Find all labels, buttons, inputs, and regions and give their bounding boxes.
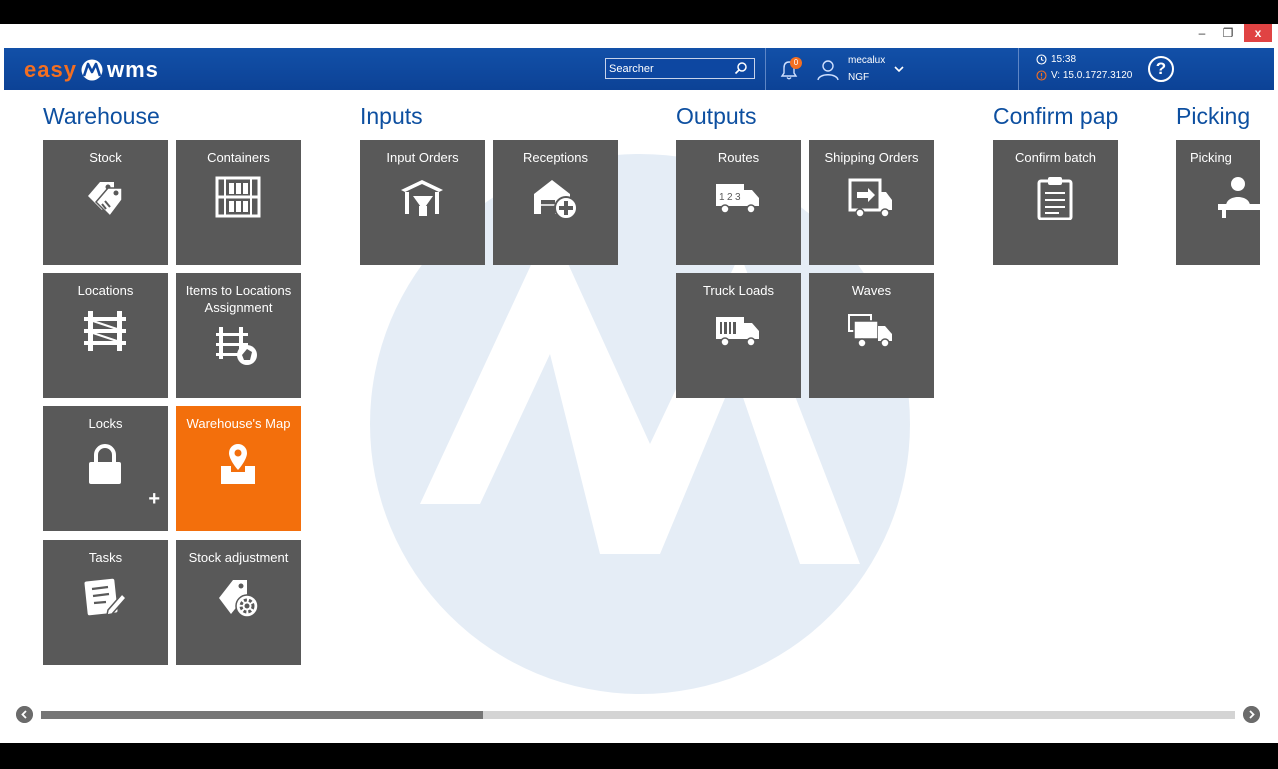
task-list-icon xyxy=(84,578,128,616)
top-bar: easy wms 0 mecalux xyxy=(4,48,1274,90)
warehouse-inbound-icon xyxy=(401,180,443,216)
separator xyxy=(1018,48,1019,90)
group-title-confirm-pap: Confirm pap xyxy=(993,103,1119,129)
truck-route-icon: 1 2 3 xyxy=(716,184,759,214)
containers-icon xyxy=(215,176,261,218)
clock-time: 15:38 xyxy=(1051,54,1077,65)
version-text: V: 15.0.1727.3120 xyxy=(1051,70,1133,81)
logo-easy-text: easy xyxy=(24,57,77,82)
logo[interactable]: easy wms xyxy=(24,57,159,83)
tile-dashboard: Warehouse Inputs Outputs Confirm pap Pic… xyxy=(0,90,1278,710)
notification-badge: 0 xyxy=(790,57,802,69)
tile-label: Tasks xyxy=(88,550,123,565)
search-icon[interactable] xyxy=(734,61,748,75)
tile-label: Warehouse's Map xyxy=(186,416,291,431)
search-box xyxy=(605,58,755,79)
tile-input-orders[interactable]: Input Orders xyxy=(360,140,485,265)
tile-label: Containers xyxy=(207,150,270,165)
tile-warehouse-map[interactable]: Warehouse's Map xyxy=(176,406,301,531)
tile-shipping-orders[interactable]: Shipping Orders xyxy=(809,140,934,265)
scroll-right-icon[interactable] xyxy=(1243,706,1260,723)
scroll-track[interactable] xyxy=(41,711,1235,719)
truck-fleet-icon xyxy=(848,314,892,348)
search-input[interactable] xyxy=(606,59,728,79)
tile-label: Truck Loads xyxy=(702,283,775,298)
tag-gear-icon xyxy=(219,580,259,618)
maximize-button[interactable]: ❐ xyxy=(1214,24,1242,42)
rack-icon xyxy=(84,311,126,351)
tile-locations[interactable]: Locations xyxy=(43,273,168,398)
map-pin-icon xyxy=(221,444,255,484)
tile-receptions[interactable]: Receptions xyxy=(493,140,618,265)
logo-mark-icon xyxy=(79,59,105,81)
tile-stock[interactable]: Stock xyxy=(43,140,168,265)
scroll-left-icon[interactable] xyxy=(16,706,33,723)
tile-label: Locations xyxy=(77,283,134,298)
tile-containers[interactable]: Containers xyxy=(176,140,301,265)
chevron-down-icon[interactable] xyxy=(892,62,906,76)
group-title-picking: Picking xyxy=(1176,103,1251,129)
tile-picking[interactable]: Picking xyxy=(1176,140,1260,265)
tile-label: Picking xyxy=(1190,150,1232,165)
user-icon[interactable] xyxy=(816,58,840,82)
svg-text:1: 1 xyxy=(719,192,725,203)
tile-label: Locks xyxy=(88,416,123,431)
tile-confirm-batch[interactable]: Confirm batch xyxy=(993,140,1118,265)
tile-label: Shipping Orders xyxy=(824,150,919,165)
group-title-outputs: Outputs xyxy=(676,103,757,129)
tile-tasks[interactable]: Tasks xyxy=(43,540,168,665)
logo-wms-text: wms xyxy=(106,57,159,82)
tile-truck-loads[interactable]: Truck Loads xyxy=(676,273,801,398)
svg-text:3: 3 xyxy=(735,192,741,203)
tile-label: Receptions xyxy=(522,150,589,165)
tile-label: Waves xyxy=(851,283,892,298)
rack-tag-icon xyxy=(216,327,257,365)
separator xyxy=(765,48,766,90)
tile-stock-adjustment[interactable]: Stock adjustment xyxy=(176,540,301,665)
tile-label: Items to Locations Assignment xyxy=(185,283,292,315)
app-window: – ❐ x easy wms 0 xyxy=(0,24,1278,743)
clipboard-icon xyxy=(1037,177,1073,220)
picker-icon xyxy=(1218,177,1260,218)
warehouse-add-icon xyxy=(534,180,578,220)
scroll-thumb[interactable] xyxy=(41,711,483,719)
clock-icon xyxy=(1036,54,1047,65)
user-name: mecalux xyxy=(848,55,886,66)
help-button[interactable]: ? xyxy=(1148,56,1174,82)
tile-label: Input Orders xyxy=(386,150,459,165)
lock-icon xyxy=(89,444,121,484)
tile-label: Confirm batch xyxy=(1015,150,1096,165)
window-titlebar: – ❐ x xyxy=(0,24,1278,46)
tile-waves[interactable]: Waves xyxy=(809,273,934,398)
minimize-button[interactable]: – xyxy=(1188,24,1216,42)
price-tags-icon xyxy=(88,182,123,218)
group-title-warehouse: Warehouse xyxy=(43,103,160,129)
tile-items-to-locations[interactable]: Items to Locations Assignment xyxy=(176,273,301,398)
add-icon[interactable]: + xyxy=(148,489,160,509)
group-title-inputs: Inputs xyxy=(360,103,423,129)
tile-label: Routes xyxy=(717,150,760,165)
close-button[interactable]: x xyxy=(1244,24,1272,42)
truck-shipping-icon xyxy=(848,178,892,218)
horizontal-scrollbar[interactable] xyxy=(0,704,1278,730)
info-icon xyxy=(1036,70,1047,81)
user-site: NGF xyxy=(848,72,870,83)
tile-locks[interactable]: Locks + xyxy=(43,406,168,531)
svg-text:2: 2 xyxy=(727,192,733,203)
tile-label: Stock xyxy=(89,150,122,165)
tile-routes[interactable]: Routes 1 2 3 xyxy=(676,140,801,265)
tile-label: Stock adjustment xyxy=(188,550,289,565)
truck-load-icon xyxy=(716,317,759,347)
